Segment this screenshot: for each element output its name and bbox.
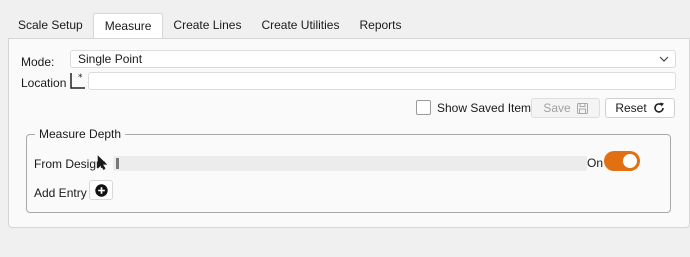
tab-bar: Scale Setup Measure Create Lines Create … (8, 13, 690, 38)
from-design-toggle[interactable] (604, 151, 640, 171)
measure-panel: Mode: Single Point Location * Show Saved… (8, 38, 690, 228)
tab-measure[interactable]: Measure (92, 13, 164, 38)
tab-create-lines[interactable]: Create Lines (163, 13, 251, 38)
show-saved-items-label: Show Saved Items (437, 101, 538, 115)
add-entry-label: Add Entry (34, 186, 87, 200)
plus-circle-icon (94, 183, 108, 197)
chevron-down-icon (659, 56, 669, 62)
mode-label: Mode: (21, 55, 55, 69)
save-button[interactable]: Save (531, 98, 600, 118)
refresh-icon (653, 102, 664, 113)
reset-button-label: Reset (615, 101, 647, 115)
tab-reports[interactable]: Reports (349, 13, 411, 38)
svg-text:*: * (78, 73, 83, 83)
toggle-state-label: On (587, 156, 604, 170)
save-button-label: Save (543, 101, 571, 115)
floppy-disk-icon (576, 102, 588, 114)
measure-depth-title: Measure Depth (35, 127, 126, 141)
mode-select-value: Single Point (78, 52, 143, 66)
location-label: Location (21, 76, 67, 90)
pointer-cursor-icon[interactable] (97, 155, 107, 170)
tab-scale-setup[interactable]: Scale Setup (8, 13, 93, 38)
reset-button[interactable]: Reset (605, 98, 675, 118)
text-caret (116, 158, 119, 169)
measure-depth-group: Measure Depth From Design: On Add Entry (26, 127, 671, 213)
location-input[interactable] (88, 72, 676, 90)
pick-point-icon[interactable]: * (70, 72, 86, 89)
show-saved-items-checkbox[interactable] (416, 100, 431, 115)
from-design-input[interactable] (113, 156, 587, 171)
mode-select[interactable]: Single Point (70, 50, 676, 68)
toggle-knob (623, 154, 637, 168)
from-design-label: From Design: (34, 157, 107, 171)
add-entry-button[interactable] (89, 180, 113, 200)
tab-create-utilities[interactable]: Create Utilities (251, 13, 349, 38)
